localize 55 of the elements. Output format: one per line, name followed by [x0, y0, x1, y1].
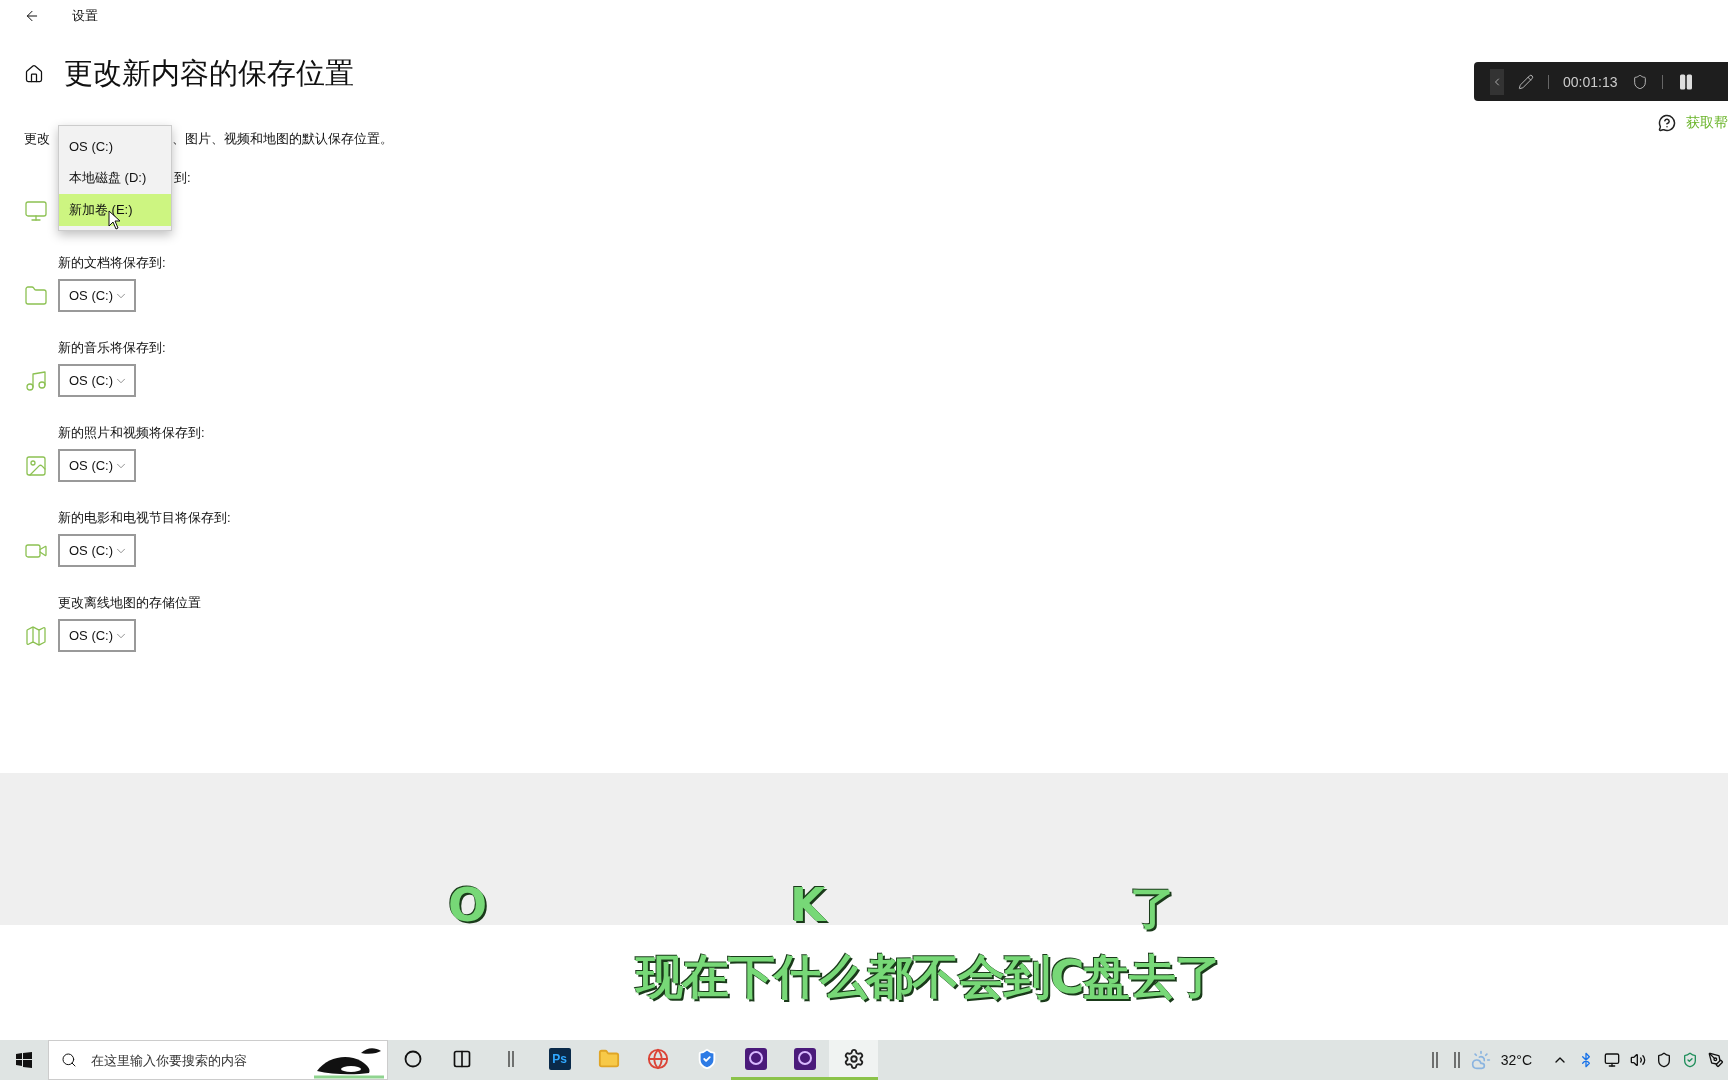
caption-text: O — [448, 878, 488, 932]
music-note-icon — [24, 368, 48, 393]
marker-icon[interactable] — [1631, 73, 1648, 90]
window-title: 设置 — [72, 7, 98, 25]
back-icon[interactable] — [24, 8, 40, 24]
task-view-icon — [451, 1048, 472, 1069]
photoshop-icon: Ps — [548, 1047, 571, 1070]
field-label: 新的音乐将保存到: — [58, 339, 167, 357]
dropdown-option[interactable]: 本地磁盘 (D:) — [59, 162, 171, 194]
description-text: 、图片、视频和地图的默认保存位置。 — [172, 130, 393, 148]
search-box[interactable]: 在这里输入你要搜索的内容 — [48, 1040, 388, 1080]
drive-dropdown[interactable]: OS (C:) — [58, 449, 136, 482]
home-icon[interactable] — [24, 64, 44, 84]
taskbar-app[interactable] — [829, 1040, 878, 1080]
picture-icon — [24, 453, 48, 478]
description-text: 更改 — [24, 130, 50, 148]
volume-icon[interactable] — [1630, 1052, 1646, 1068]
field-label: 更改离线地图的存储位置 — [58, 594, 202, 612]
pen-icon[interactable] — [1708, 1052, 1724, 1068]
double-bar-icon — [506, 1049, 515, 1068]
browser-icon — [646, 1047, 669, 1070]
windows-logo-icon — [16, 1052, 32, 1068]
double-bar-icon — [1430, 1051, 1461, 1069]
dropdown-option[interactable]: OS (C:) — [59, 130, 171, 162]
network-icon[interactable] — [1604, 1052, 1620, 1068]
search-field[interactable]: 在这里输入你要搜索的内容 — [89, 1051, 293, 1069]
caption-text: 现在下什么都不会到C盘去了 — [636, 948, 1222, 1006]
shield-check-icon[interactable] — [1682, 1052, 1698, 1068]
folder-icon — [24, 283, 48, 308]
collapse-button[interactable] — [1490, 68, 1504, 95]
page-title: 更改新内容的保存位置 — [64, 55, 354, 92]
field-label: 新的电影和电视节目将保存到: — [58, 509, 232, 527]
monitor-icon — [24, 198, 48, 223]
folder-icon — [597, 1047, 620, 1070]
drive-dropdown[interactable]: OS (C:) — [58, 534, 136, 567]
recorder-app-icon — [792, 1046, 817, 1071]
security-icon[interactable] — [1656, 1052, 1672, 1068]
recording-time: 00:01:13 — [1563, 73, 1618, 90]
caption-text: 了 — [1130, 880, 1176, 937]
field-label: 新的文档将保存到: — [58, 254, 167, 272]
settings-icon — [842, 1047, 865, 1070]
pencil-icon[interactable] — [1518, 73, 1534, 90]
taskbar-app[interactable]: Ps — [535, 1040, 584, 1080]
drive-dropdown[interactable]: OS (C:) — [58, 279, 136, 312]
recorder-app-icon — [743, 1046, 768, 1071]
help-icon — [1658, 114, 1676, 132]
search-icon — [61, 1052, 77, 1068]
weather-icon — [1470, 1050, 1491, 1070]
drive-dropdown[interactable]: OS (C:) — [58, 364, 136, 397]
drive-dropdown[interactable]: OS (C:) — [58, 619, 136, 652]
field-label: 新的照片和视频将保存到: — [58, 424, 206, 442]
caption-text: K — [790, 878, 826, 932]
circle-icon — [403, 1049, 422, 1068]
temperature-text: 32°C — [1500, 1052, 1532, 1068]
field-label: 到: — [174, 169, 192, 187]
